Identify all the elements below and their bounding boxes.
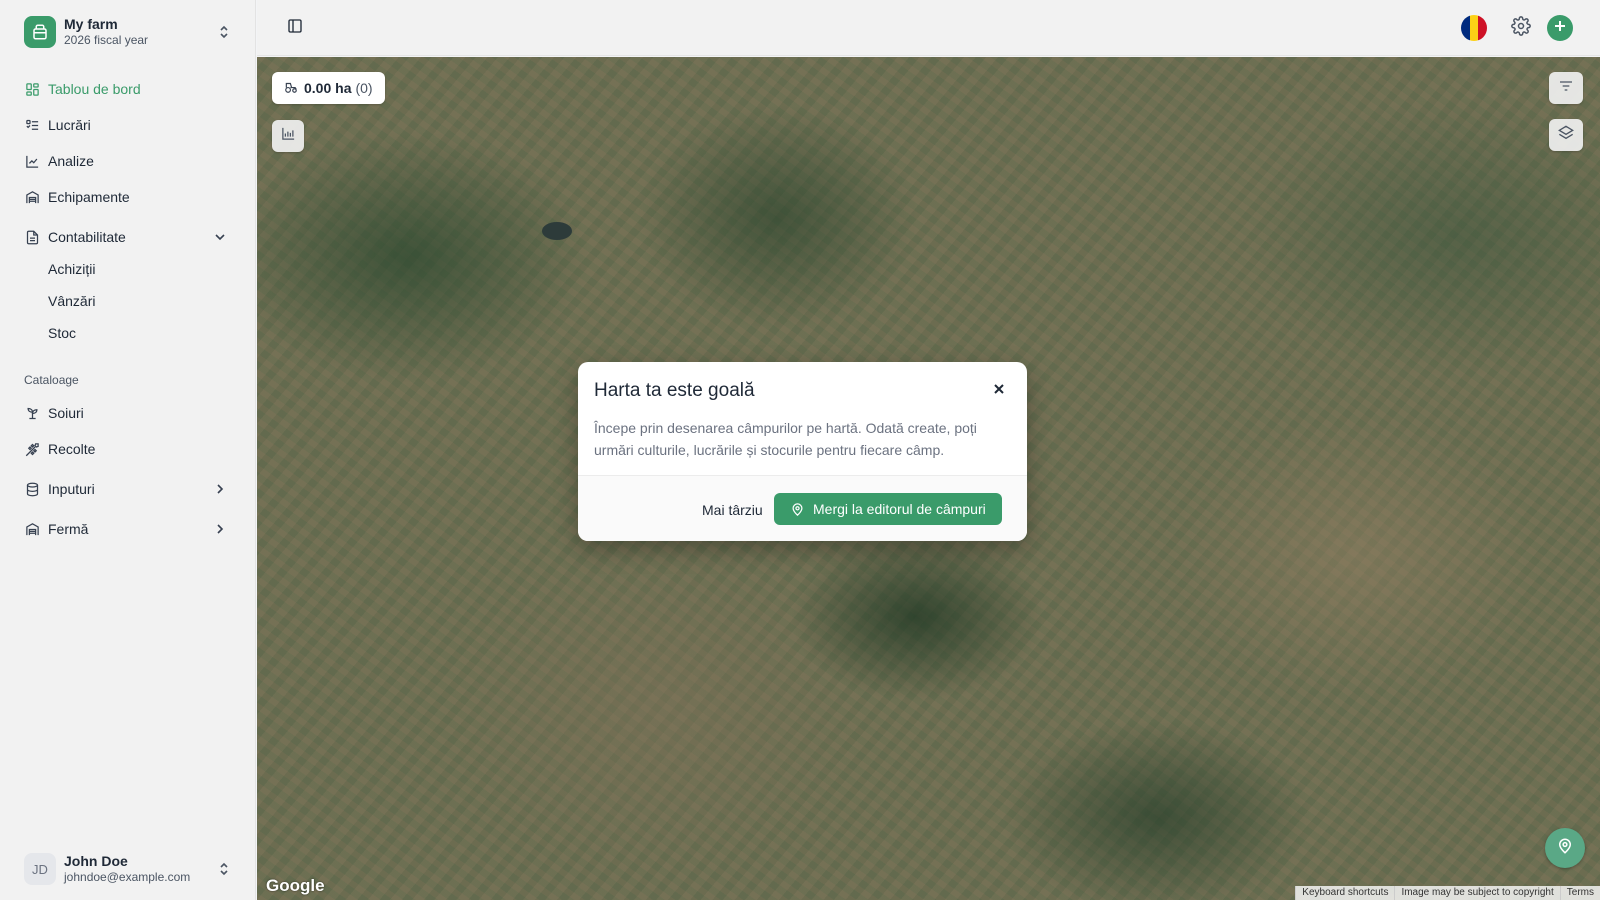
sidebar-item-works[interactable]: Lucrări xyxy=(16,109,240,141)
language-flag-button[interactable] xyxy=(1461,15,1487,41)
sidebar-item-label: Contabilitate xyxy=(48,229,126,245)
sprout-icon xyxy=(24,405,40,421)
map-pin-icon xyxy=(1556,837,1574,860)
sidebar-item-inputs[interactable]: Inputuri xyxy=(16,473,240,505)
plus-icon xyxy=(1553,19,1567,38)
dialog-close-button[interactable] xyxy=(989,381,1009,401)
building-icon xyxy=(24,521,40,537)
dashboard-icon xyxy=(24,81,40,97)
list-icon xyxy=(24,117,40,133)
settings-button[interactable] xyxy=(1509,15,1533,41)
gear-icon xyxy=(1511,15,1531,41)
sidebar-item-label: Stoc xyxy=(48,325,77,341)
area-value: 0.00 ha xyxy=(304,80,352,96)
sidebar-item-label: Tablou de bord xyxy=(48,81,141,97)
document-icon xyxy=(24,229,40,245)
go-to-field-editor-label: Mergi la editorul de câmpuri xyxy=(813,501,986,517)
sidebar-item-label: Soiuri xyxy=(48,405,84,421)
sidebar-subitem-stock[interactable]: Stoc xyxy=(48,319,238,347)
layers-icon xyxy=(1558,125,1574,146)
google-logo: Google xyxy=(266,876,325,895)
dialog-body: Începe prin desenarea câmpurilor pe hart… xyxy=(594,420,977,458)
catalogs-section-label: Cataloage xyxy=(24,373,79,387)
sidebar-item-accounting[interactable]: Contabilitate xyxy=(16,221,240,253)
sidebar-toggle-button[interactable] xyxy=(283,16,307,40)
user-menu[interactable]: JD John Doe johndoe@example.com xyxy=(16,848,240,890)
later-button[interactable]: Mai târziu xyxy=(688,494,777,526)
dialog-footer: Mai târziu Mergi la editorul de câmpuri xyxy=(578,475,1027,541)
field-editor-fab[interactable] xyxy=(1545,828,1585,868)
area-count: (0) xyxy=(355,80,373,96)
sidebar-item-farm[interactable]: Fermă xyxy=(16,513,240,545)
map-attribution: Keyboard shortcuts Image may be subject … xyxy=(1295,886,1600,900)
terms-link[interactable]: Terms xyxy=(1559,886,1600,900)
close-icon xyxy=(993,382,1005,400)
chevron-down-icon xyxy=(214,230,226,246)
sidebar-item-dashboard[interactable]: Tablou de bord xyxy=(16,73,240,105)
sidebar-item-label: Analize xyxy=(48,153,94,169)
farm-year: 2026 fiscal year xyxy=(64,33,149,48)
sidebar-item-label: Fermă xyxy=(48,521,89,537)
map-layers-button[interactable] xyxy=(1549,119,1583,151)
user-name: John Doe xyxy=(64,852,128,869)
avatar: JD xyxy=(24,853,56,885)
map-filter-button[interactable] xyxy=(1549,72,1583,104)
sidebar: My farm 2026 fiscal year Tablou de bord … xyxy=(0,0,256,900)
chart-icon xyxy=(281,126,296,146)
filter-icon xyxy=(1558,78,1574,99)
dialog-title: Harta ta este goală xyxy=(594,380,755,401)
go-to-field-editor-button[interactable]: Mergi la editorul de câmpuri xyxy=(774,493,1002,525)
sidebar-item-label: Achiziții xyxy=(48,261,96,277)
wheat-icon xyxy=(24,441,40,457)
chevron-right-icon xyxy=(214,522,226,538)
chart-icon xyxy=(24,153,40,169)
sidebar-item-analyses[interactable]: Analize xyxy=(16,145,240,177)
database-icon xyxy=(24,481,40,497)
farm-switcher[interactable]: My farm 2026 fiscal year xyxy=(16,12,240,52)
map-lake xyxy=(542,222,572,240)
equipment-icon xyxy=(24,189,40,205)
keyboard-shortcuts-link[interactable]: Keyboard shortcuts xyxy=(1295,886,1395,900)
user-email: johndoe@example.com xyxy=(64,870,191,885)
topbar xyxy=(257,0,1600,56)
sidebar-item-label: Recolte xyxy=(48,441,96,457)
add-button[interactable] xyxy=(1547,15,1573,41)
map-analytics-button[interactable] xyxy=(272,120,304,152)
area-summary-chip[interactable]: 0.00 ha (0) xyxy=(272,72,385,104)
sidebar-subitem-sales[interactable]: Vânzări xyxy=(48,287,238,315)
sidebar-item-label: Lucrări xyxy=(48,117,91,133)
chevron-right-icon xyxy=(214,482,226,498)
sidebar-item-equipment[interactable]: Echipamente xyxy=(16,181,240,213)
copyright-notice: Image may be subject to copyright xyxy=(1394,886,1560,900)
map-pin-icon xyxy=(790,502,805,517)
chevrons-up-down-icon xyxy=(218,24,230,45)
tractor-icon xyxy=(284,80,298,97)
sidebar-toggle-icon xyxy=(287,18,303,39)
sidebar-subitem-purchases[interactable]: Achiziții xyxy=(48,255,238,283)
sidebar-item-label: Vânzări xyxy=(48,293,96,309)
sidebar-item-label: Echipamente xyxy=(48,189,130,205)
farm-logo-icon xyxy=(24,16,56,48)
sidebar-item-harvests[interactable]: Recolte xyxy=(16,433,240,465)
empty-map-dialog: Harta ta este goală Începe prin desenare… xyxy=(578,362,1027,541)
chevrons-up-down-icon xyxy=(218,861,230,882)
sidebar-item-label: Inputuri xyxy=(48,481,95,497)
farm-name: My farm xyxy=(64,16,118,33)
sidebar-item-varieties[interactable]: Soiuri xyxy=(16,397,240,429)
